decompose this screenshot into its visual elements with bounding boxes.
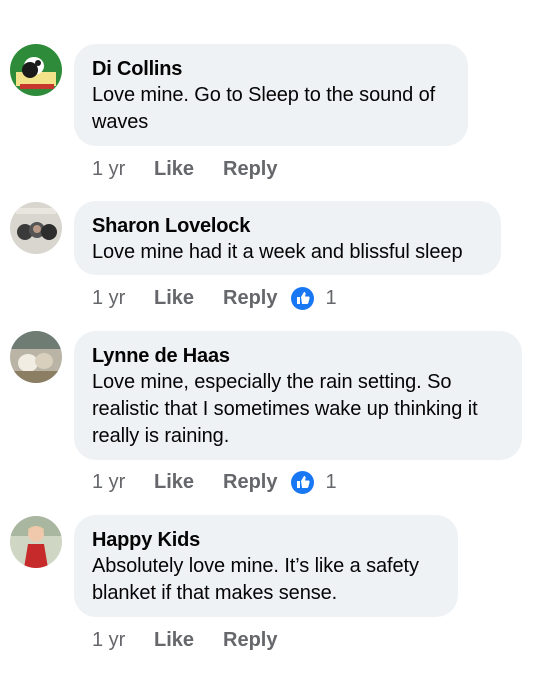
reply-button[interactable]: Reply bbox=[223, 629, 277, 652]
comment-time[interactable]: 1 yr bbox=[92, 158, 154, 181]
comment-text: Love mine, especially the rain setting. … bbox=[92, 371, 478, 447]
like-button[interactable]: Like bbox=[154, 629, 223, 652]
comment-author[interactable]: Di Collins bbox=[92, 56, 450, 82]
comment-text: Love mine had it a week and blissful sle… bbox=[92, 241, 463, 263]
comment-author[interactable]: Lynne de Haas bbox=[92, 343, 504, 369]
reaction-count: 1 bbox=[325, 286, 337, 309]
comment-actions: 1 yr Like Reply 1 bbox=[92, 283, 337, 313]
comment-bubble: Lynne de Haas Love mine, especially the … bbox=[74, 331, 522, 460]
comment-time[interactable]: 1 yr bbox=[92, 629, 154, 652]
like-button[interactable]: Like bbox=[154, 158, 223, 181]
reaction-summary[interactable]: 1 bbox=[291, 286, 337, 310]
comment-actions: 1 yr Like Reply 1 bbox=[92, 467, 337, 497]
reply-button[interactable]: Reply bbox=[223, 471, 277, 494]
comment-text: Love mine. Go to Sleep to the sound of w… bbox=[92, 84, 436, 133]
like-button[interactable]: Like bbox=[154, 287, 223, 310]
comment-bubble: Di Collins Love mine. Go to Sleep to the… bbox=[74, 44, 468, 146]
comment-bubble: Happy Kids Absolutely love mine. It’s li… bbox=[74, 515, 458, 617]
reaction-count: 1 bbox=[325, 470, 337, 493]
comment-time[interactable]: 1 yr bbox=[92, 287, 154, 310]
comment-author[interactable]: Sharon Lovelock bbox=[92, 213, 483, 239]
child-avatar-icon[interactable] bbox=[10, 516, 62, 568]
comment-text: Absolutely love mine. It’s like a safety… bbox=[92, 555, 419, 604]
thumbs-up-icon bbox=[291, 470, 315, 494]
reaction-summary[interactable]: 1 bbox=[291, 470, 337, 494]
like-button[interactable]: Like bbox=[154, 471, 223, 494]
family-photo-avatar-icon[interactable] bbox=[10, 202, 62, 254]
comment-bubble: Sharon Lovelock Love mine had it a week … bbox=[74, 201, 501, 275]
comment-actions: 1 yr Like Reply bbox=[92, 154, 277, 184]
comment-author[interactable]: Happy Kids bbox=[92, 527, 440, 553]
dogs-avatar-icon[interactable] bbox=[10, 331, 62, 383]
comment-time[interactable]: 1 yr bbox=[92, 471, 154, 494]
comment-actions: 1 yr Like Reply bbox=[92, 625, 277, 655]
thumbs-up-icon bbox=[291, 286, 315, 310]
dog-avatar-icon[interactable] bbox=[10, 44, 62, 96]
reply-button[interactable]: Reply bbox=[223, 158, 277, 181]
reply-button[interactable]: Reply bbox=[223, 287, 277, 310]
